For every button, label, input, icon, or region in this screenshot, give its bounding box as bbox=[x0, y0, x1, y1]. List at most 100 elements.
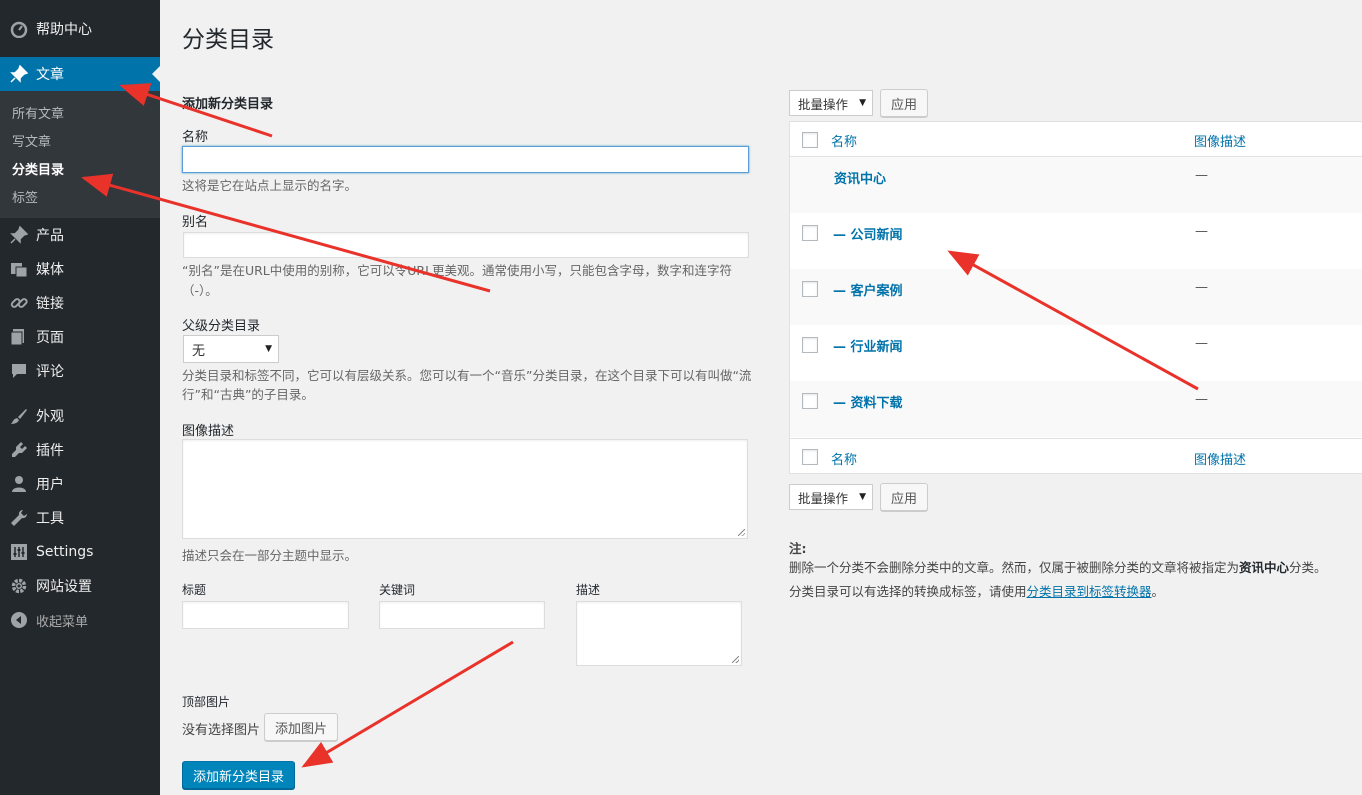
apply-button-top[interactable]: 应用 bbox=[880, 89, 928, 117]
row-checkbox[interactable] bbox=[802, 337, 818, 353]
note-text: 删除一个分类不会删除分类中的文章。然而，仅属于被删除分类的文章将被指定为 bbox=[789, 560, 1240, 575]
menu-label: 工具 bbox=[36, 511, 64, 527]
row-checkbox[interactable] bbox=[802, 393, 818, 409]
link-icon bbox=[10, 294, 28, 312]
name-label: 名称 bbox=[182, 130, 209, 145]
menu-label: Settings bbox=[36, 544, 94, 560]
row-checkbox[interactable] bbox=[802, 281, 818, 297]
column-desc-footer[interactable]: 图像描述 bbox=[1194, 449, 1246, 468]
converter-link[interactable]: 分类目录到标签转换器 bbox=[1027, 584, 1152, 599]
menu-item-plugins[interactable]: 插件 bbox=[0, 433, 160, 467]
table-row: — 行业新闻 — bbox=[790, 325, 1362, 381]
menu-item-products[interactable]: 产品 bbox=[0, 218, 160, 252]
bulk-action-select-top[interactable]: 批量操作 ▼ bbox=[789, 90, 873, 116]
note-default-category: 资讯中心 bbox=[1239, 560, 1290, 575]
category-desc: — bbox=[1195, 336, 1208, 351]
note-text: 分类。 bbox=[1289, 560, 1327, 575]
menu-item-posts[interactable]: 文章 bbox=[0, 57, 160, 91]
column-name-header[interactable]: 名称 bbox=[831, 131, 857, 150]
add-category-heading: 添加新分类目录 bbox=[182, 97, 274, 112]
parent-help-line1: 分类目录和标签不同，它可以有层级关系。您可以有一个“音乐”分类目录，在这个目录下… bbox=[182, 368, 752, 383]
name-help: 这将是它在站点上显示的名字。 bbox=[182, 178, 358, 193]
posts-submenu: 所有文章 写文章 分类目录 标签 bbox=[0, 91, 160, 218]
resize-grip-icon[interactable] bbox=[738, 529, 745, 536]
category-desc: — bbox=[1195, 224, 1208, 239]
select-all-checkbox[interactable] bbox=[802, 449, 818, 465]
menu-label: 评论 bbox=[36, 364, 64, 380]
menu-item-help-center[interactable]: 帮助中心 bbox=[0, 12, 160, 46]
page-icon bbox=[10, 328, 28, 346]
dropdown-arrow-icon: ▼ bbox=[859, 98, 866, 108]
submenu-write-post[interactable]: 写文章 bbox=[12, 131, 51, 150]
collapse-menu-button[interactable]: 收起菜单 bbox=[0, 603, 160, 637]
menu-item-links[interactable]: 链接 bbox=[0, 286, 160, 320]
menu-item-media[interactable]: 媒体 bbox=[0, 252, 160, 286]
category-name-link[interactable]: 资讯中心 bbox=[834, 168, 886, 187]
menu-item-appearance[interactable]: 外观 bbox=[0, 399, 160, 433]
menu-label: 帮助中心 bbox=[36, 22, 92, 38]
submenu-tags[interactable]: 标签 bbox=[12, 187, 38, 206]
category-desc: — bbox=[1195, 280, 1208, 295]
slug-help-line2: （-）。 bbox=[182, 283, 218, 298]
apply-button-bottom[interactable]: 应用 bbox=[880, 483, 928, 511]
note-text: 分类目录可以有选择的转换成标签，请使用 bbox=[789, 584, 1027, 599]
menu-label: 用户 bbox=[36, 477, 64, 493]
menu-label: 外观 bbox=[36, 409, 64, 425]
categories-table: 名称 图像描述 资讯中心 — — 公司新闻 — — 客户案例 — — 行业新闻 … bbox=[789, 121, 1362, 474]
comment-icon bbox=[10, 362, 28, 380]
table-row: 资讯中心 — bbox=[790, 157, 1362, 213]
column-name-footer[interactable]: 名称 bbox=[831, 449, 857, 468]
submenu-categories[interactable]: 分类目录 bbox=[12, 159, 64, 178]
settings-icon bbox=[10, 543, 28, 561]
menu-label: 链接 bbox=[36, 296, 64, 312]
admin-sidebar: 帮助中心 文章 所有文章 写文章 分类目录 标签 产品 媒体 链接 页面 评论 … bbox=[0, 0, 160, 795]
note-title: 注: bbox=[789, 541, 807, 556]
seo-title-input[interactable] bbox=[182, 601, 349, 629]
category-name-link[interactable]: — 客户案例 bbox=[833, 280, 903, 299]
bulk-action-value: 批量操作 bbox=[798, 96, 849, 112]
menu-label: 文章 bbox=[36, 67, 64, 83]
slug-input[interactable] bbox=[183, 232, 749, 258]
add-category-submit-button[interactable]: 添加新分类目录 bbox=[182, 761, 295, 789]
plugin-icon bbox=[10, 441, 28, 459]
table-row: — 资料下载 — bbox=[790, 381, 1362, 437]
no-image-text: 没有选择图片 bbox=[182, 723, 261, 738]
seo-keywords-input[interactable] bbox=[379, 601, 545, 629]
submenu-all-posts[interactable]: 所有文章 bbox=[12, 103, 64, 122]
pin-icon bbox=[10, 226, 28, 244]
column-desc-header[interactable]: 图像描述 bbox=[1194, 131, 1246, 150]
menu-item-users[interactable]: 用户 bbox=[0, 467, 160, 501]
add-image-button[interactable]: 添加图片 bbox=[264, 713, 338, 741]
select-all-checkbox[interactable] bbox=[802, 132, 818, 148]
wrench-icon bbox=[10, 509, 28, 527]
menu-label: 插件 bbox=[36, 443, 64, 459]
collapse-label: 收起菜单 bbox=[36, 614, 89, 630]
name-input[interactable] bbox=[182, 146, 749, 173]
menu-label: 媒体 bbox=[36, 262, 64, 278]
menu-item-settings[interactable]: Settings bbox=[0, 535, 160, 569]
menu-item-comments[interactable]: 评论 bbox=[0, 354, 160, 388]
resize-grip-icon[interactable] bbox=[732, 656, 739, 663]
menu-item-pages[interactable]: 页面 bbox=[0, 320, 160, 354]
parent-help-line2: 行”和“古典”的子目录。 bbox=[182, 387, 314, 402]
category-desc: — bbox=[1195, 168, 1208, 183]
dropdown-arrow-icon: ▼ bbox=[859, 492, 866, 502]
top-image-label: 顶部图片 bbox=[182, 695, 231, 709]
parent-select[interactable]: 无 ▼ bbox=[183, 335, 279, 363]
table-row: — 客户案例 — bbox=[790, 269, 1362, 325]
menu-item-site-settings[interactable]: 网站设置 bbox=[0, 569, 160, 603]
row-checkbox[interactable] bbox=[802, 225, 818, 241]
dashboard-icon bbox=[10, 20, 28, 38]
menu-item-tools[interactable]: 工具 bbox=[0, 501, 160, 535]
category-name-link[interactable]: — 资料下载 bbox=[833, 392, 903, 411]
note-text: 。 bbox=[1151, 584, 1165, 599]
table-header-row: 名称 图像描述 bbox=[790, 122, 1362, 157]
seo-desc-textarea[interactable] bbox=[576, 601, 742, 666]
bulk-action-value: 批量操作 bbox=[798, 490, 849, 506]
category-name-link[interactable]: — 行业新闻 bbox=[833, 336, 903, 355]
description-textarea[interactable] bbox=[182, 439, 748, 539]
page-title: 分类目录 bbox=[182, 27, 274, 53]
bulk-action-select-bottom[interactable]: 批量操作 ▼ bbox=[789, 484, 873, 510]
category-name-link[interactable]: — 公司新闻 bbox=[833, 224, 903, 243]
parent-select-value: 无 bbox=[192, 343, 206, 359]
